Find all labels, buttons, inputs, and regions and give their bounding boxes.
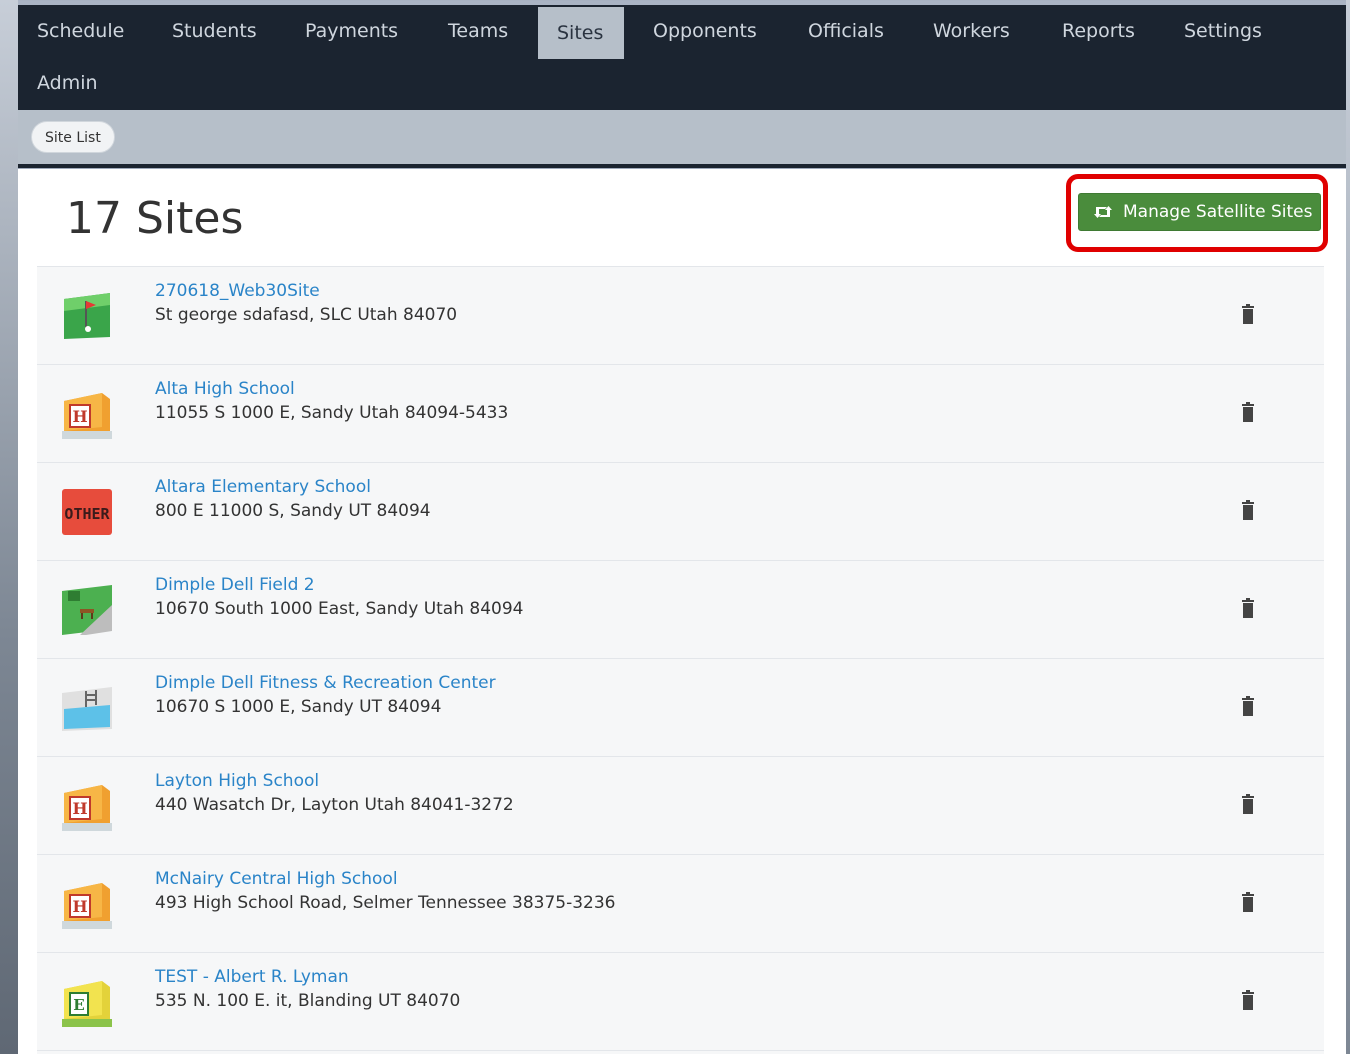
high-school-icon: H [62,785,112,831]
site-row: Dimple Dell Field 2 10670 South 1000 Eas… [37,560,1324,658]
nav-opponents[interactable]: Opponents [634,5,776,57]
top-navigation: Schedule Students Payments Teams Sites O… [18,5,1346,110]
park-icon [62,585,112,635]
nav-schedule[interactable]: Schedule [18,5,143,57]
elementary-school-icon: E [62,981,112,1027]
site-list-tab[interactable]: Site List [31,121,115,153]
site-name-link[interactable]: McNairy Central High School [155,869,398,889]
site-row: H Layton High School 440 Wasatch Dr, Lay… [37,756,1324,854]
manage-satellite-sites-button[interactable]: Manage Satellite Sites [1078,193,1321,231]
retweet-icon [1094,206,1112,218]
nav-admin[interactable]: Admin [18,57,117,109]
site-row: Dimple Dell Fitness & Recreation Center … [37,658,1324,756]
high-school-icon: H [62,883,112,929]
site-row: 270618_Web30Site St george sdafasd, SLC … [37,266,1324,364]
site-row: E TEST - Albert R. Lyman 535 N. 100 E. i… [37,952,1324,1050]
trash-icon[interactable] [1240,990,1256,1010]
svg-text:H: H [72,407,87,426]
trash-icon[interactable] [1240,304,1256,324]
nav-reports[interactable]: Reports [1043,5,1154,57]
other-icon-text: OTHER [64,505,110,523]
site-list: 270618_Web30Site St george sdafasd, SLC … [37,266,1324,1054]
nav-settings[interactable]: Settings [1165,5,1281,57]
site-row: H McNairy Central High School 493 High S… [37,854,1324,952]
trash-icon[interactable] [1240,794,1256,814]
app-frame: Schedule Students Payments Teams Sites O… [18,5,1346,1054]
site-address: 535 N. 100 E. it, Blanding UT 84070 [155,991,461,1011]
nav-teams[interactable]: Teams [429,5,527,57]
site-row-partial [37,1050,1324,1054]
nav-students[interactable]: Students [153,5,276,57]
pool-icon [62,687,112,731]
site-address: 10670 South 1000 East, Sandy Utah 84094 [155,599,524,619]
sub-navigation: Site List [18,110,1346,168]
site-address: 493 High School Road, Selmer Tennessee 3… [155,893,616,913]
high-school-icon: H [62,393,112,439]
trash-icon[interactable] [1240,696,1256,716]
trash-icon[interactable] [1240,500,1256,520]
other-icon: OTHER [62,489,112,535]
site-name-link[interactable]: Alta High School [155,379,295,399]
site-name-link[interactable]: Layton High School [155,771,319,791]
site-address: St george sdafasd, SLC Utah 84070 [155,305,458,325]
site-address: 11055 S 1000 E, Sandy Utah 84094-5433 [155,403,509,423]
svg-text:H: H [72,897,87,916]
site-row: OTHER Altara Elementary School 800 E 110… [37,462,1324,560]
site-name-link[interactable]: Altara Elementary School [155,477,371,497]
background-right [1346,0,1350,1054]
highlight-box: Manage Satellite Sites [1066,174,1328,252]
site-row: H Alta High School 11055 S 1000 E, Sandy… [37,364,1324,462]
manage-button-label: Manage Satellite Sites [1123,202,1313,222]
site-address: 10670 S 1000 E, Sandy UT 84094 [155,697,442,717]
svg-text:H: H [72,799,87,818]
site-address: 800 E 11000 S, Sandy UT 84094 [155,501,431,521]
site-name-link[interactable]: 270618_Web30Site [155,281,320,301]
page-title: 17 Sites [66,193,244,244]
nav-workers[interactable]: Workers [914,5,1029,57]
svg-text:E: E [73,996,84,1014]
golf-icon [64,293,110,339]
main-panel: 17 Sites Manage Satellite Sites 270618_W… [18,169,1346,1054]
site-name-link[interactable]: TEST - Albert R. Lyman [155,967,349,987]
site-address: 440 Wasatch Dr, Layton Utah 84041-3272 [155,795,514,815]
site-name-link[interactable]: Dimple Dell Field 2 [155,575,315,595]
site-name-link[interactable]: Dimple Dell Fitness & Recreation Center [155,673,496,693]
nav-payments[interactable]: Payments [286,5,417,57]
trash-icon[interactable] [1240,402,1256,422]
nav-sites[interactable]: Sites [538,7,624,59]
background-left [0,0,18,1054]
trash-icon[interactable] [1240,892,1256,912]
trash-icon[interactable] [1240,598,1256,618]
nav-officials[interactable]: Officials [789,5,903,57]
